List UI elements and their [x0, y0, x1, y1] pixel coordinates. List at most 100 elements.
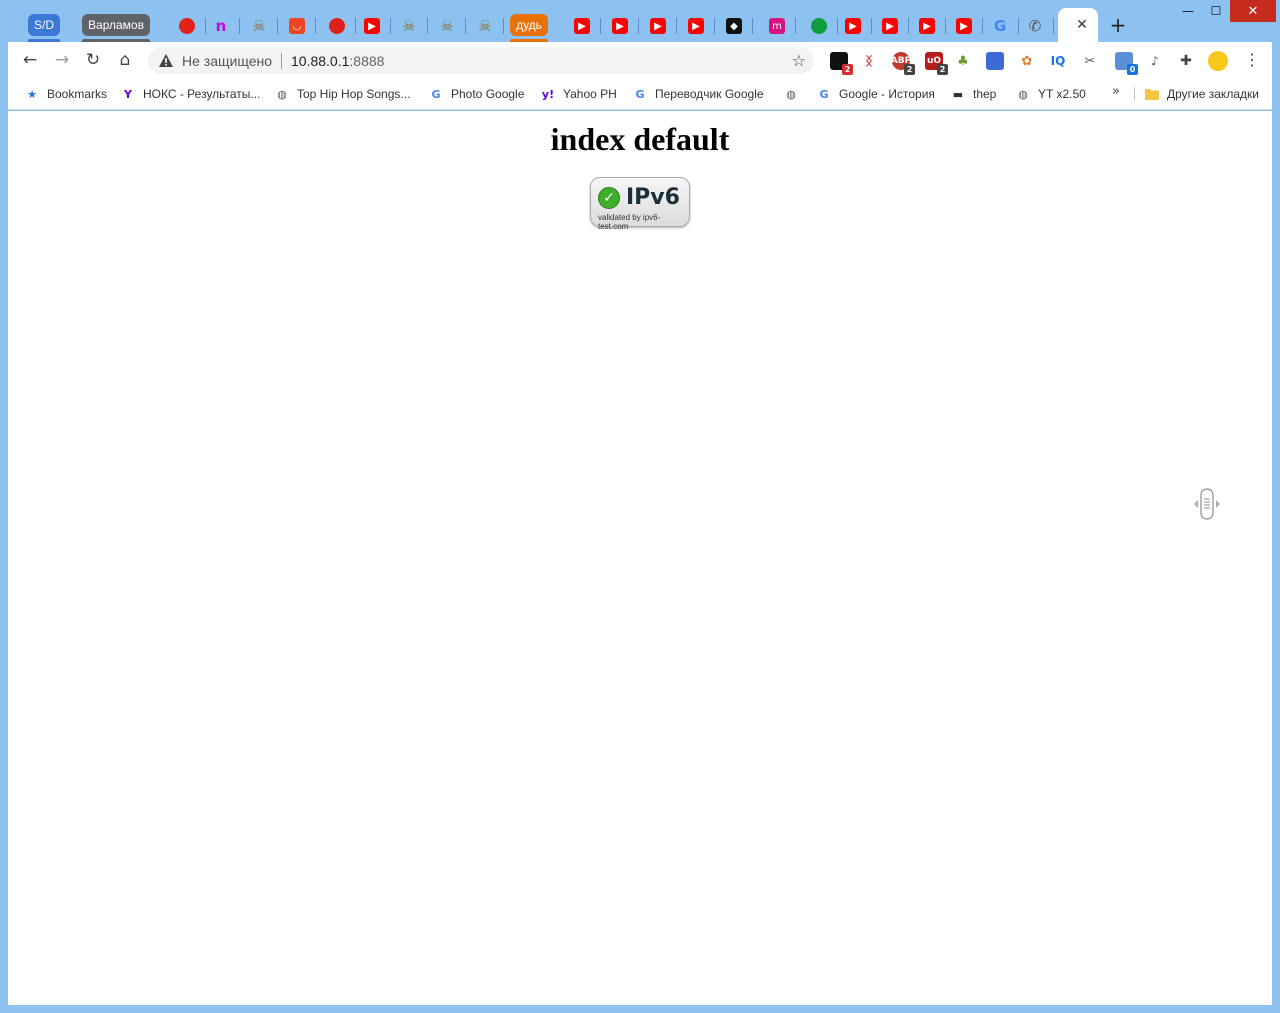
extension-iq-icon[interactable]: IQ — [1049, 52, 1067, 70]
tab-separator — [945, 18, 946, 34]
youtube-icon: ▶ — [364, 18, 380, 34]
bookmark-item[interactable]: G Photo Google — [428, 84, 524, 104]
tab[interactable]: ▶ — [687, 12, 715, 40]
bookmark-item[interactable]: Y НОКС - Результаты... — [120, 84, 260, 104]
extension-blue-box-icon[interactable] — [986, 52, 1004, 70]
url-text[interactable]: 10.88.0.1:8888 — [291, 53, 384, 69]
address-bar[interactable]: Не защищено 10.88.0.1:8888 ☆ — [148, 47, 814, 74]
tab[interactable]: ◡ — [288, 12, 316, 40]
car-icon: ▬ — [952, 87, 964, 101]
tab[interactable]: ▶ — [955, 12, 983, 40]
bookmark-label: YT x2.50 — [1038, 87, 1086, 101]
menu-icon[interactable]: ⋮ — [1244, 50, 1260, 69]
tab[interactable]: n — [212, 12, 240, 40]
bookmark-item[interactable]: ◍ — [783, 84, 806, 104]
extension-cookie-icon[interactable]: ✿ — [1018, 52, 1036, 70]
pirate-icon: ☠ — [440, 17, 454, 35]
adblock-icon[interactable]: ABP 2 — [891, 52, 915, 75]
bookmark-item[interactable]: ◍ YT x2.50 — [1015, 84, 1086, 104]
bookmark-item[interactable]: G Переводчик Google — [632, 84, 763, 104]
translate-icon: G — [635, 87, 645, 101]
back-button[interactable]: ← — [19, 49, 41, 71]
bookmarks-overflow-button[interactable]: » — [1112, 84, 1120, 99]
extension-leaf-icon[interactable]: ♣ — [954, 52, 972, 70]
tab-separator — [982, 18, 983, 34]
maximize-button[interactable]: ☐ — [1202, 0, 1230, 22]
extension-scissors-icon[interactable]: ✂ — [1081, 52, 1099, 70]
tab-separator — [390, 18, 391, 34]
active-tab[interactable]: ✕ — [1058, 8, 1098, 42]
tab-separator — [908, 18, 909, 34]
page-title: index default — [550, 121, 730, 157]
extensions-puzzle-icon[interactable]: ✚ — [1177, 52, 1195, 70]
tab[interactable]: ☠ — [250, 12, 278, 40]
new-tab-button[interactable]: + — [1108, 14, 1128, 36]
tab[interactable]: ▶ — [573, 12, 601, 40]
bookmark-item[interactable]: ★ Bookmarks — [24, 84, 107, 104]
extension-black-icon[interactable]: 2 — [830, 52, 853, 75]
tab[interactable]: ☠ — [438, 12, 466, 40]
tab-group-dud[interactable]: дудь — [510, 14, 548, 36]
profile-avatar[interactable] — [1208, 51, 1228, 71]
tab-separator — [503, 18, 504, 34]
tab[interactable]: ▶ — [844, 12, 872, 40]
bookmark-label: Yahoo PH — [563, 87, 617, 101]
extension-red-bars-icon[interactable]: ᛝ — [860, 52, 878, 70]
tab[interactable]: ☠ — [400, 12, 428, 40]
badge-subtitle: validated by ipv6-test.com — [598, 213, 661, 231]
tab[interactable]: ▶ — [918, 12, 946, 40]
tab-separator — [752, 18, 753, 34]
globe-icon: ◍ — [277, 87, 287, 101]
badge-title: IPv6 — [626, 185, 680, 210]
bookmark-label: НОКС - Результаты... — [143, 87, 261, 101]
security-status[interactable]: Не защищено — [182, 53, 272, 69]
pirate-icon: ☠ — [402, 17, 416, 35]
tab[interactable]: ▶ — [611, 12, 639, 40]
other-bookmarks-folder[interactable]: Другие закладки — [1144, 84, 1259, 104]
tab[interactable]: ✆ — [1026, 12, 1054, 40]
forward-button[interactable]: → — [51, 49, 73, 71]
tab-separator — [600, 18, 601, 34]
window-close-button[interactable]: ✕ — [1230, 0, 1276, 22]
tab-separator — [638, 18, 639, 34]
reload-button[interactable]: ↻ — [82, 49, 104, 71]
tab-group-varlamov[interactable]: Варламов — [82, 14, 150, 36]
yandex-icon: Y — [124, 87, 132, 101]
youtube-icon: ▶ — [574, 18, 590, 34]
tab[interactable] — [810, 12, 838, 40]
minimize-button[interactable]: — — [1174, 0, 1202, 22]
tab[interactable]: ▶ — [881, 12, 909, 40]
tab[interactable]: ▶ — [363, 12, 391, 40]
tab-separator — [714, 18, 715, 34]
bookmark-item[interactable]: y! Yahoo PH — [540, 84, 617, 104]
close-tab-icon[interactable]: ✕ — [1076, 17, 1088, 33]
google-icon: G — [819, 87, 829, 101]
autoscroll-icon — [1192, 487, 1222, 521]
tab[interactable]: ◆ — [725, 12, 753, 40]
warning-icon[interactable] — [158, 53, 174, 69]
home-button[interactable]: ⌂ — [114, 49, 136, 71]
youtube-icon: ▶ — [956, 18, 972, 34]
bookmark-item[interactable]: G Google - История — [816, 84, 934, 104]
purple-n-icon: n — [215, 17, 227, 35]
tab[interactable]: m — [768, 12, 796, 40]
bookmark-item[interactable]: ◍ Top Hip Hop Songs... — [274, 84, 410, 104]
tab[interactable]: G — [991, 12, 1019, 40]
tab[interactable] — [178, 12, 206, 40]
bookmark-star-icon[interactable]: ☆ — [792, 51, 806, 70]
tab[interactable]: ☠ — [476, 12, 504, 40]
ublock-icon[interactable]: uO 2 — [925, 52, 948, 75]
bookmark-item[interactable]: ▬ thep — [950, 84, 997, 104]
whatsapp-icon: ✆ — [1028, 17, 1042, 35]
extension-translate-icon[interactable]: 0 — [1115, 52, 1138, 75]
bookmark-label: Bookmarks — [47, 87, 108, 101]
tab-group-sd[interactable]: S/D — [28, 14, 60, 36]
extension-sound-icon[interactable]: ♪ — [1146, 52, 1164, 70]
ipv6-validated-badge[interactable]: ✓ IPv6 validated by ipv6-test.com — [590, 177, 690, 231]
magenta-m-icon: m — [769, 18, 785, 34]
tab[interactable]: ▶ — [649, 12, 677, 40]
folder-icon — [1144, 86, 1160, 102]
youtube-icon: ▶ — [688, 18, 704, 34]
tab[interactable] — [328, 12, 356, 40]
tab-separator — [355, 18, 356, 34]
